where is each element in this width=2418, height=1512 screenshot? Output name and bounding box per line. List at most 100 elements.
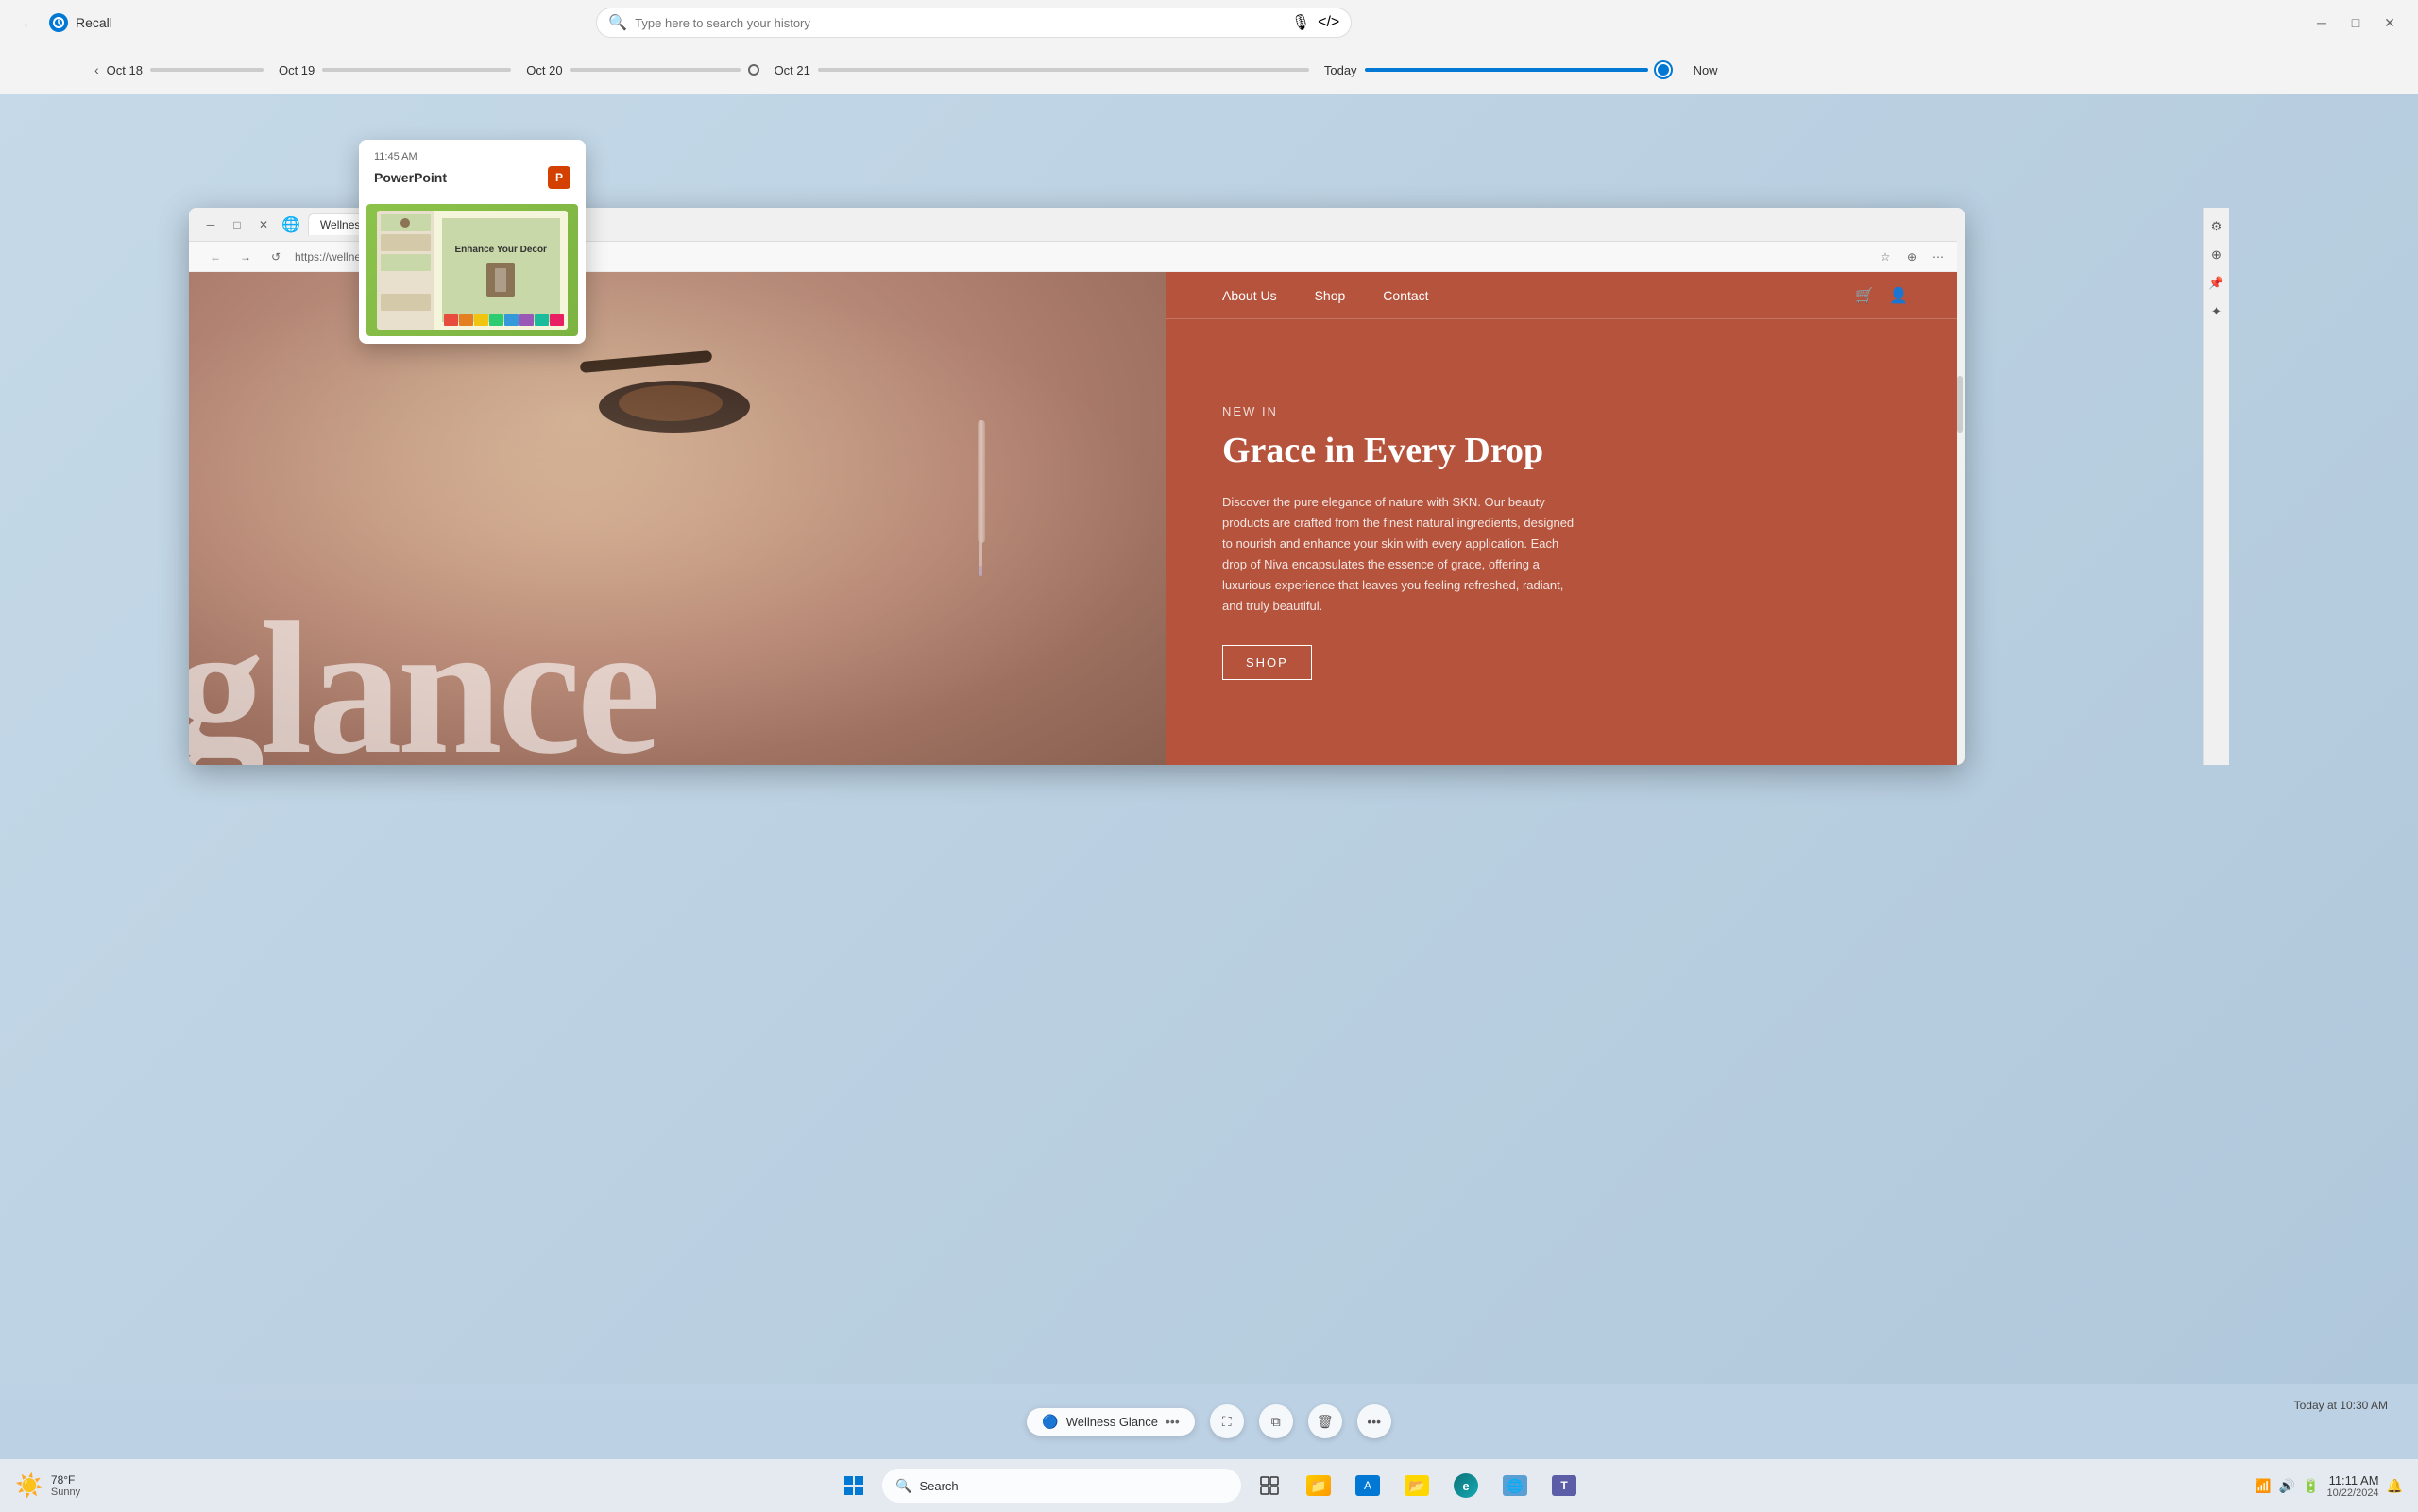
- taskbar-search-text: Search: [919, 1479, 958, 1493]
- timeline-cursor[interactable]: [748, 64, 759, 76]
- timeline-oct21-label: Oct 21: [775, 63, 810, 77]
- ppt-app-name: PowerPoint: [374, 170, 447, 185]
- ppt-app-row: PowerPoint P: [374, 166, 570, 189]
- new-in-label: NEW IN: [1222, 404, 1908, 418]
- battery-icon[interactable]: 🔋: [2303, 1478, 2319, 1494]
- sys-icons: 📶 🔊 🔋: [2255, 1478, 2319, 1494]
- taskbar-search-button[interactable]: 🔍 Search: [882, 1469, 1241, 1503]
- powerpoint-tooltip: 11:45 AM PowerPoint P: [359, 140, 586, 344]
- taskview-button[interactable]: [1249, 1465, 1290, 1506]
- timeline-oct20-bar: [570, 68, 741, 72]
- window-controls: ─ □ ✕: [2308, 9, 2403, 36]
- timeline-oct21[interactable]: Oct 21: [775, 63, 1309, 77]
- ppt-header: 11:45 AM PowerPoint P: [359, 140, 586, 196]
- pill-dots[interactable]: •••: [1166, 1414, 1180, 1429]
- serum-dropper: [944, 420, 1019, 609]
- clock-date: 10/22/2024: [2327, 1487, 2379, 1499]
- timeline-today-label: Today: [1324, 63, 1357, 77]
- cart-icon[interactable]: 🛒: [1855, 286, 1874, 305]
- wifi-icon[interactable]: 📶: [2255, 1478, 2271, 1494]
- maximize-button[interactable]: □: [2342, 9, 2369, 36]
- taskbar-left: ☀️ 78°F Sunny: [15, 1472, 80, 1500]
- timeline-oct18-bar: [150, 68, 264, 72]
- profile-icon[interactable]: 👤: [1889, 286, 1908, 305]
- browser-menu[interactable]: ⋯: [1927, 246, 1950, 268]
- edge-sidebar-btn-1[interactable]: ⚙: [2205, 215, 2228, 238]
- ppt-preview-left: [377, 211, 434, 330]
- timeline-oct18[interactable]: Oct 18: [107, 63, 264, 77]
- notification-icon[interactable]: 🔔: [2387, 1478, 2403, 1494]
- edge-sidebar: ⚙ ⊕ 📌 ✦: [2203, 208, 2229, 765]
- title-bar-left: ← Recall: [15, 9, 112, 36]
- timeline-today-bar: [1365, 68, 1648, 72]
- ppt-app-icon: P: [548, 166, 570, 189]
- nav-icons: 🛒 👤: [1855, 286, 1908, 305]
- taskbar-search-icon: 🔍: [895, 1478, 911, 1494]
- timeline-arrow-back[interactable]: ‹: [94, 62, 99, 77]
- edge-sidebar-btn-2[interactable]: ⊕: [2205, 244, 2228, 266]
- recall-icon: [49, 13, 68, 32]
- nav-contact[interactable]: Contact: [1383, 288, 1428, 303]
- timeline-dot: [1656, 62, 1671, 77]
- browser-close[interactable]: ✕: [253, 214, 274, 235]
- site-main-content: NEW IN Grace in Every Drop Discover the …: [1222, 376, 1908, 708]
- copy-btn[interactable]: ⧉: [1259, 1404, 1293, 1438]
- timeline-oct19-bar: [322, 68, 511, 72]
- volume-icon[interactable]: 🔊: [2279, 1478, 2295, 1494]
- delete-btn[interactable]: 🗑: [1308, 1404, 1342, 1438]
- timeline-oct19[interactable]: Oct 19: [279, 63, 511, 77]
- taskbar-edge-icon[interactable]: e: [1445, 1465, 1487, 1506]
- browser-maximize[interactable]: □: [227, 214, 247, 235]
- browser-collections[interactable]: ⊕: [1900, 246, 1923, 268]
- site-description: Discover the pure elegance of nature wit…: [1222, 492, 1581, 618]
- timeline-oct20-label: Oct 20: [526, 63, 562, 77]
- more-btn[interactable]: •••: [1357, 1404, 1391, 1438]
- edge-sidebar-btn-4[interactable]: ✦: [2205, 300, 2228, 323]
- search-icon: 🔍: [608, 13, 627, 32]
- scroll-thumb: [1957, 376, 1963, 433]
- bottom-pill[interactable]: 🔵 Wellness Glance •••: [1027, 1408, 1194, 1436]
- title-bar: ← Recall 🔍 🎙 </> ─ □ ✕: [0, 0, 2418, 45]
- nav-shop[interactable]: Shop: [1315, 288, 1346, 303]
- mic-icon[interactable]: 🎙: [1291, 13, 1310, 32]
- nav-back-button[interactable]: ←: [15, 9, 42, 36]
- weather-temp: 78°F: [51, 1473, 75, 1487]
- code-icon[interactable]: </>: [1318, 14, 1339, 31]
- ppt-preview-content: Enhance Your Decor: [377, 211, 568, 330]
- search-input[interactable]: [635, 16, 1284, 30]
- edge-sidebar-btn-3[interactable]: 📌: [2205, 272, 2228, 295]
- pill-text: Wellness Glance: [1066, 1415, 1158, 1429]
- taskbar-apps-icon[interactable]: A: [1347, 1465, 1388, 1506]
- ppt-time: 11:45 AM: [374, 151, 570, 162]
- close-button[interactable]: ✕: [2376, 9, 2403, 36]
- nav-about[interactable]: About Us: [1222, 288, 1277, 303]
- ppt-preview[interactable]: Enhance Your Decor: [359, 196, 586, 344]
- browser-window-btns: ─ □ ✕: [200, 214, 274, 235]
- timeline-today[interactable]: Today: [1324, 62, 1671, 77]
- timeline: ‹ Oct 18 Oct 19 Oct 20 Oct 21 Today Now: [0, 45, 2418, 94]
- taskbar-explorer-icon[interactable]: 📁: [1298, 1465, 1339, 1506]
- taskbar-teams-icon[interactable]: T: [1543, 1465, 1585, 1506]
- minimize-button[interactable]: ─: [2308, 9, 2335, 36]
- browser-back[interactable]: ←: [204, 246, 227, 268]
- shop-button[interactable]: SHOP: [1222, 645, 1312, 680]
- browser-favorites[interactable]: ☆: [1874, 246, 1897, 268]
- browser-minimize[interactable]: ─: [200, 214, 221, 235]
- glance-text: glance: [189, 595, 656, 765]
- clock[interactable]: 11:11 AM 10/22/2024: [2327, 1473, 2379, 1499]
- browser-refresh[interactable]: ↺: [264, 246, 287, 268]
- timeline-oct19-label: Oct 19: [279, 63, 315, 77]
- expand-btn[interactable]: ⛶: [1210, 1404, 1244, 1438]
- browser-forward[interactable]: →: [234, 246, 257, 268]
- taskbar-app5-icon[interactable]: 🌐: [1494, 1465, 1536, 1506]
- start-button[interactable]: [833, 1465, 875, 1506]
- app-title: Recall: [76, 15, 112, 30]
- timeline-oct20[interactable]: Oct 20: [526, 63, 758, 77]
- website-right-panel: About Us Shop Contact 🛒 👤 NEW IN Grace i…: [1166, 272, 1965, 765]
- taskbar-files-icon[interactable]: 📂: [1396, 1465, 1438, 1506]
- weather-info: 78°F Sunny: [51, 1473, 80, 1498]
- search-bar[interactable]: 🔍 🎙 </>: [596, 8, 1352, 38]
- weather-icon: ☀️: [15, 1472, 43, 1500]
- website-left-panel: glance: [189, 272, 1166, 765]
- scroll-indicator[interactable]: [1957, 208, 1965, 765]
